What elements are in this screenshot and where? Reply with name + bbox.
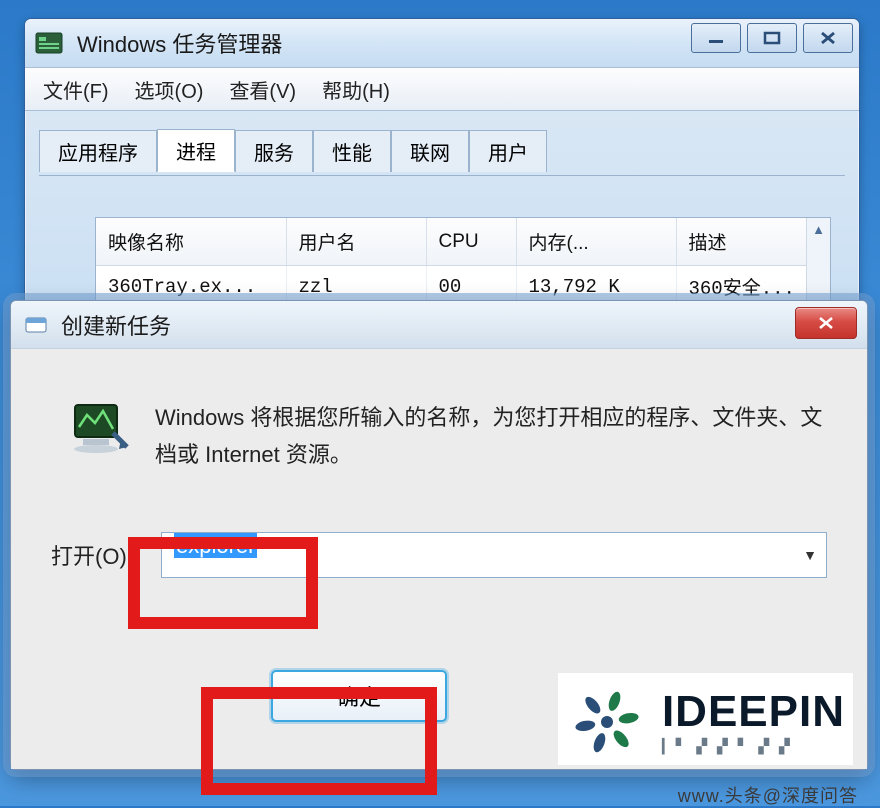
- task-manager-window: Windows 任务管理器 文件(F) 选项(O) 查看(V) 帮助(H) 应用…: [24, 18, 860, 308]
- col-username[interactable]: 用户名: [286, 218, 426, 266]
- menu-file[interactable]: 文件(F): [43, 75, 109, 104]
- run-dialog-close-button[interactable]: [795, 307, 857, 339]
- brand-logo: IDEEPIN ▎▘ ▞ ▞ ▘ ▞ ▞: [558, 673, 853, 765]
- open-input[interactable]: explorer: [161, 532, 827, 578]
- col-memory[interactable]: 内存(...: [516, 218, 676, 266]
- brand-logo-sub: ▎▘ ▞ ▞ ▘ ▞ ▞: [662, 738, 793, 755]
- menu-help[interactable]: 帮助(H): [322, 75, 390, 104]
- process-table: 映像名称 用户名 CPU 内存(... 描述 360Tray.ex... zzl…: [96, 218, 830, 301]
- swirl-icon: [566, 681, 648, 763]
- task-manager-menubar: 文件(F) 选项(O) 查看(V) 帮助(H): [25, 67, 859, 111]
- task-manager-title: Windows 任务管理器: [77, 27, 282, 59]
- tab-performance[interactable]: 性能: [313, 130, 391, 172]
- run-dialog-message: Windows 将根据您所输入的名称，为您打开相应的程序、文件夹、文档或 Int…: [155, 399, 827, 474]
- table-row[interactable]: 360Tray.ex... zzl 00 13,792 K 360安全...: [96, 266, 830, 302]
- open-label: 打开(O):: [51, 539, 161, 571]
- scroll-up-icon[interactable]: ▲: [807, 218, 830, 240]
- tab-services[interactable]: 服务: [235, 130, 313, 172]
- cell-image-name: 360Tray.ex...: [96, 266, 286, 302]
- task-manager-icon: [35, 32, 63, 54]
- close-button[interactable]: [803, 23, 853, 53]
- run-dialog: 创建新任务 Windows 将根据您所输入的名称，为您打开相应的程序、文件夹、文…: [10, 300, 868, 770]
- ok-button[interactable]: 确定: [271, 670, 447, 722]
- minimize-button[interactable]: [691, 23, 741, 53]
- scrollbar[interactable]: ▲: [806, 218, 830, 300]
- col-image-name[interactable]: 映像名称: [96, 218, 286, 266]
- run-dialog-icon: [25, 315, 47, 335]
- run-dialog-title: 创建新任务: [61, 309, 171, 341]
- run-dialog-body: Windows 将根据您所输入的名称，为您打开相应的程序、文件夹、文档或 Int…: [11, 349, 867, 769]
- menu-options[interactable]: 选项(O): [135, 75, 204, 104]
- tab-underline: [39, 175, 845, 176]
- tab-processes[interactable]: 进程: [157, 129, 235, 172]
- window-buttons: [691, 23, 853, 53]
- watermark-url: www.头条@深度问答: [678, 782, 858, 808]
- cell-username: zzl: [286, 266, 426, 302]
- tab-networking[interactable]: 联网: [391, 130, 469, 172]
- cell-cpu: 00: [426, 266, 516, 302]
- run-dialog-titlebar[interactable]: 创建新任务: [11, 301, 867, 349]
- task-manager-titlebar[interactable]: Windows 任务管理器: [25, 19, 859, 67]
- tab-users[interactable]: 用户: [469, 130, 547, 172]
- tab-applications[interactable]: 应用程序: [39, 130, 157, 172]
- task-manager-tabs: 应用程序 进程 服务 性能 联网 用户: [25, 111, 859, 171]
- process-table-container: 映像名称 用户名 CPU 内存(... 描述 360Tray.ex... zzl…: [95, 217, 831, 301]
- open-combobox[interactable]: explorer ▼: [161, 532, 827, 578]
- col-cpu[interactable]: CPU: [426, 218, 516, 266]
- run-program-icon: [69, 399, 129, 455]
- maximize-button[interactable]: [747, 23, 797, 53]
- menu-view[interactable]: 查看(V): [229, 75, 296, 104]
- ok-button-label: 确定: [337, 680, 381, 712]
- open-input-value: explorer: [174, 533, 257, 558]
- cell-memory: 13,792 K: [516, 266, 676, 302]
- brand-logo-text: IDEEPIN: [662, 690, 845, 734]
